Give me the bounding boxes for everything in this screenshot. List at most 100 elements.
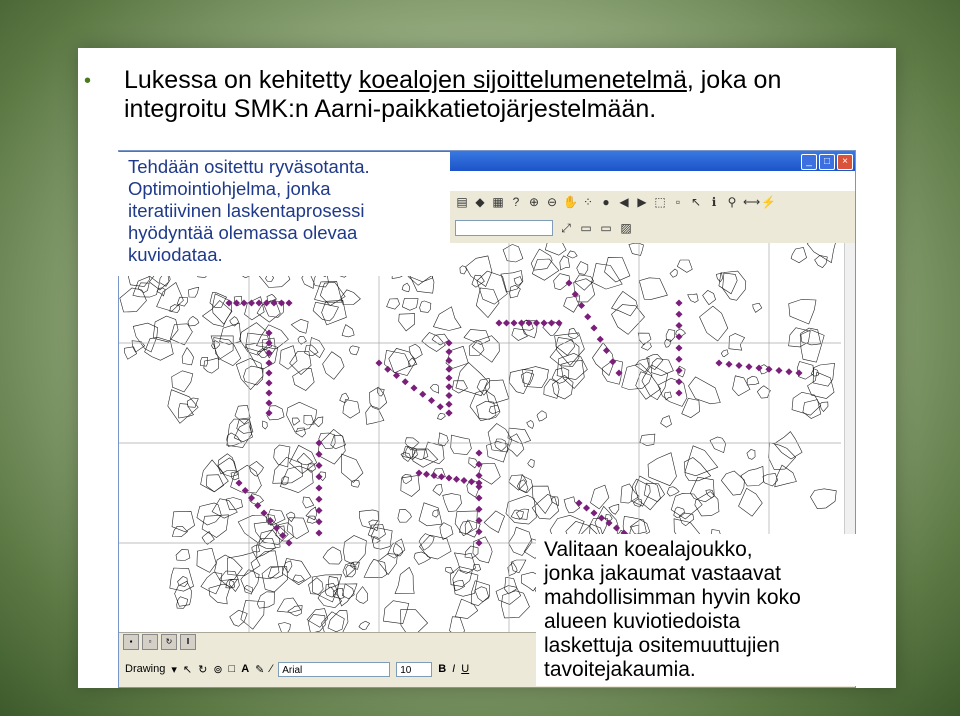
stand-polygon — [472, 564, 482, 572]
stand-polygon — [483, 510, 505, 533]
sample-point — [565, 279, 573, 287]
zoom-out-icon[interactable]: ⊖ — [545, 195, 559, 209]
layer-combo[interactable] — [455, 220, 553, 236]
stand-polygon — [376, 387, 385, 397]
fixed-zoom-icon[interactable]: ⁘ — [581, 195, 595, 209]
rectangle-icon[interactable]: □ — [229, 663, 236, 675]
drawing-menu[interactable]: Drawing — [125, 663, 165, 675]
italic-button[interactable]: I — [452, 663, 455, 675]
zoom-whole-page-icon[interactable]: ⊚ — [213, 663, 222, 676]
sample-point — [596, 335, 604, 343]
rotate-icon[interactable]: ↻ — [198, 663, 207, 676]
underline-button[interactable]: U — [461, 663, 469, 675]
select-icon[interactable]: ↖ — [689, 195, 703, 209]
pan-icon[interactable]: ✋ — [563, 195, 578, 209]
table-icon[interactable]: ▦ — [491, 195, 505, 209]
stand-polygon — [746, 449, 756, 460]
stand-polygon — [752, 302, 763, 313]
stand-polygon — [432, 483, 443, 496]
stand-polygon — [256, 324, 289, 350]
sample-point — [785, 368, 793, 376]
stand-polygon — [687, 293, 699, 303]
stand-polygon — [669, 268, 678, 278]
stand-polygon — [322, 351, 345, 380]
back-icon[interactable]: ◀ — [617, 195, 631, 209]
line-icon[interactable]: ⁄ — [270, 663, 272, 675]
sample-point — [410, 384, 418, 392]
stand-polygon — [412, 449, 429, 461]
stand-polygon — [273, 444, 291, 468]
hyperlink-icon[interactable]: ⚡ — [761, 195, 776, 209]
font-size-select[interactable]: 10 — [396, 661, 433, 677]
stand-polygon — [463, 329, 491, 345]
text-tool-button[interactable]: A — [241, 663, 249, 675]
sample-point — [475, 483, 483, 491]
stand-polygon — [188, 287, 200, 298]
sample-point — [265, 409, 273, 417]
sample-point — [445, 474, 453, 482]
stand-polygon — [791, 391, 821, 416]
stand-polygon — [718, 272, 738, 295]
sample-point — [265, 379, 273, 387]
stand-polygon — [240, 600, 265, 630]
layout-view-icon[interactable]: ▫ — [142, 634, 158, 650]
stand-polygon — [397, 508, 412, 523]
stand-polygon — [363, 559, 387, 579]
stand-polygon — [152, 315, 179, 343]
stand-polygon — [452, 380, 468, 394]
minimize-icon[interactable]: _ — [801, 154, 817, 170]
stand-polygon — [350, 479, 360, 488]
stand-polygon — [421, 332, 446, 352]
stand-polygon — [800, 327, 822, 346]
stand-polygon — [504, 576, 518, 595]
split-icon[interactable]: ▭ — [599, 221, 613, 235]
help-icon[interactable]: ? — [509, 195, 523, 209]
sample-point — [555, 319, 563, 327]
maximize-icon[interactable]: □ — [819, 154, 835, 170]
stand-polygon — [295, 427, 306, 438]
edit-vertices-icon[interactable]: ✎ — [255, 663, 264, 676]
sample-point — [745, 363, 753, 371]
stand-polygon — [144, 336, 174, 361]
stand-polygon — [279, 345, 298, 370]
stand-polygon — [327, 610, 349, 635]
stand-polygon — [400, 609, 429, 640]
info-icon[interactable]: ℹ — [707, 195, 721, 209]
pause-icon[interactable]: ‖ — [180, 634, 196, 650]
data-view-icon[interactable]: ▪ — [123, 634, 139, 650]
close-icon[interactable]: × — [837, 154, 853, 170]
stand-polygon — [508, 369, 534, 395]
stand-polygon — [756, 385, 771, 399]
forward-icon[interactable]: ▶ — [635, 195, 649, 209]
drawing-arrow-icon[interactable]: ▾ — [171, 663, 177, 676]
stand-polygon — [628, 242, 644, 256]
clear-selection-icon[interactable]: ▫ — [671, 195, 685, 209]
binoculars-icon[interactable]: ⚲ — [725, 195, 739, 209]
refresh-icon[interactable]: ↻ — [161, 634, 177, 650]
sketch-icon[interactable]: ▭ — [579, 221, 593, 235]
callout-left-line: Optimointiohjelma, jonka — [128, 178, 331, 199]
stand-polygon — [684, 445, 719, 477]
zoom-in-icon[interactable]: ⊕ — [527, 195, 541, 209]
toolbox-icon[interactable]: ▤ — [455, 195, 469, 209]
select-features-icon[interactable]: ⬚ — [653, 195, 667, 209]
stand-polygon — [432, 509, 439, 518]
stand-polygon — [377, 553, 398, 576]
select-elements-icon[interactable]: ↖ — [183, 663, 192, 676]
measure-icon[interactable]: ⟷ — [743, 195, 760, 209]
headline-link[interactable]: koealojen sijoittelumenetelmä — [359, 66, 687, 94]
bold-button[interactable]: B — [438, 663, 446, 675]
stand-polygon — [476, 270, 508, 305]
stand-polygon — [511, 328, 528, 341]
stand-polygon — [305, 506, 318, 521]
stand-polygon — [243, 584, 254, 595]
layer-icon[interactable]: ◆ — [473, 195, 487, 209]
edit-tool-icon[interactable]: ⤢ — [559, 221, 573, 235]
font-select[interactable]: Arial — [278, 661, 391, 677]
stand-polygon — [296, 452, 314, 466]
callout-left-line: hyödyntää olemassa olevaa — [128, 222, 358, 243]
sample-point — [265, 369, 273, 377]
globe-icon[interactable]: ● — [599, 195, 613, 209]
callout-right-line: jonka jakaumat vastaavat — [544, 562, 781, 585]
image-icon[interactable]: ▨ — [619, 221, 633, 235]
